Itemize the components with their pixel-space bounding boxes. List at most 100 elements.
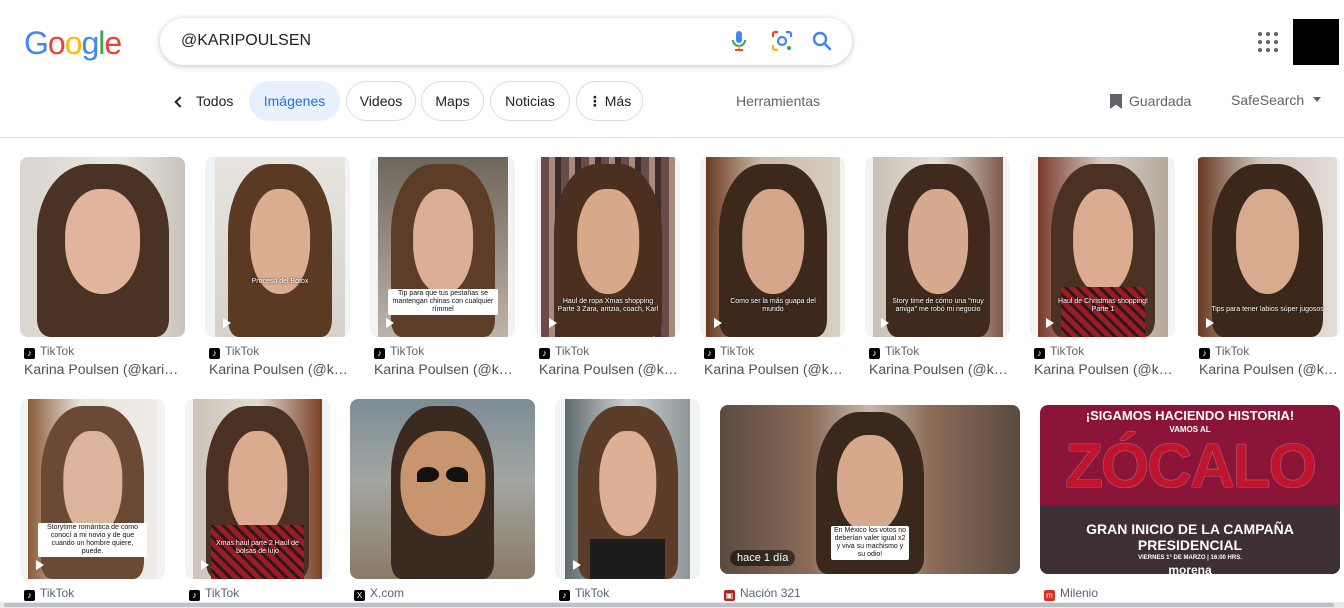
result-source: ♪ TikTok [189, 586, 239, 601]
heart-sunglasses-right [446, 467, 469, 482]
result-source: ♪ TikTok [24, 344, 74, 359]
search-box[interactable]: @KARIPOULSEN [160, 18, 852, 65]
thumbnail[interactable]: ¡SIGAMOS HACIENDO HISTORIA! VAMOS AL ZÓC… [1040, 405, 1340, 574]
play-icon [714, 318, 722, 328]
image-result[interactable]: Xmas haul parte 2 Haul de bolsas de lujo… [185, 399, 330, 602]
image-result[interactable]: ¡SIGAMOS HACIENDO HISTORIA! VAMOS AL ZÓC… [1040, 399, 1340, 602]
tab-maps[interactable]: Maps [421, 81, 484, 121]
result-title[interactable]: Karina Poulsen (@k… [1199, 360, 1340, 378]
result-title[interactable]: Karina Poulsen (@k… [704, 360, 845, 378]
safesearch-dropdown[interactable]: SafeSearch [1231, 92, 1322, 108]
video-caption: Tip para que tus pestañas se mantengan c… [388, 289, 498, 316]
thumbnail[interactable]: Xmas haul parte 2 Haul de bolsas de lujo [185, 399, 330, 579]
logo-letter: G [24, 25, 49, 61]
result-title[interactable]: Karina Poulsen (@kari… [24, 360, 184, 378]
source-label: TikTok [40, 586, 75, 600]
result-source: ♪ TikTok [24, 586, 74, 601]
scrollbar-thumb[interactable] [4, 603, 1334, 607]
logo-letter: o [64, 25, 83, 61]
result-source: ♪ TikTok [704, 344, 754, 359]
saved-label: Guardada [1129, 93, 1192, 109]
thumbnail[interactable]: Storytime romántica de como conocí a mi … [20, 399, 165, 579]
image-result[interactable]: En México los votos no deberían valer ig… [720, 399, 1020, 602]
source-label: TikTok [205, 586, 240, 600]
image-result[interactable]: Tip para que tus pestañas se mantengan c… [370, 157, 515, 382]
thumbnail[interactable]: Haul de Christmas shopping! Parte 1 [1030, 157, 1175, 337]
google-logo[interactable]: Google [24, 25, 122, 61]
result-title[interactable]: Karina Poulsen (@k… [539, 360, 680, 378]
tiktok-icon: ♪ [1034, 348, 1045, 359]
thumbnail[interactable] [555, 399, 700, 579]
result-source: ♪ TikTok [1199, 344, 1249, 359]
caret-down-icon [1313, 97, 1322, 102]
video-caption: En México los votos no deberían valer ig… [831, 526, 909, 561]
search-input[interactable]: @KARIPOULSEN [181, 32, 311, 50]
thumbnail[interactable]: Tip para que tus pestañas se mantengan c… [370, 157, 515, 337]
result-source: ♪ TikTok [374, 344, 424, 359]
image-result[interactable]: ♪ TikTok [555, 399, 700, 602]
tab-news[interactable]: Noticias [490, 81, 570, 121]
image-result[interactable]: ♪ TikTok Karina Poulsen (@kari… [20, 157, 185, 382]
result-title[interactable]: Karina Poulsen (@k… [209, 360, 350, 378]
image-result[interactable]: Storytime romántica de como conocí a mi … [20, 399, 165, 602]
thumbnail[interactable]: Story time de cómo una "muy amiga" me ro… [865, 157, 1010, 337]
horizontal-scrollbar[interactable] [0, 602, 1344, 608]
source-label: TikTok [1050, 344, 1085, 358]
campaign-poster: ¡SIGAMOS HACIENDO HISTORIA! VAMOS AL ZÓC… [1040, 405, 1340, 574]
source-label: TikTok [1215, 344, 1250, 358]
poster-line: GRAN INICIO DE LA CAMPAÑA PRESIDENCIAL [1086, 521, 1294, 553]
tiktok-icon: ♪ [24, 590, 35, 601]
image-result[interactable]: Haul de ropa Xmas shopping Parte 3 Zara,… [535, 157, 680, 382]
logo-letter: g [81, 25, 99, 61]
image-result[interactable]: Haul de Christmas shopping! Parte 1 ♪ Tik… [1030, 157, 1175, 382]
source-label: TikTok [555, 344, 590, 358]
tab-label: Más [604, 93, 632, 109]
chevron-left-icon [174, 96, 186, 108]
thumbnail[interactable]: Proceso del Botox [205, 157, 350, 337]
source-label: TikTok [390, 344, 425, 358]
result-title[interactable]: Karina Poulsen (@k… [869, 360, 1010, 378]
image-result[interactable]: Tips para tener labios súper jugosos ♪ Ti… [1195, 157, 1340, 382]
tab-more[interactable]: ⋮ Más [576, 81, 643, 121]
source-label: TikTok [40, 344, 75, 358]
play-icon [881, 318, 889, 328]
lens-icon[interactable] [770, 29, 794, 53]
source-label: Nación 321 [740, 586, 801, 600]
thumbnail[interactable]: Como ser la más guapa del mundo [700, 157, 845, 337]
search-icon[interactable] [810, 29, 834, 53]
nacion321-icon: ▣ [724, 590, 735, 601]
apps-grid-icon[interactable] [1256, 30, 1280, 54]
black-top [590, 539, 665, 579]
tiktok-icon: ♪ [1199, 348, 1210, 359]
result-title[interactable]: Karina Poulsen (@k… [1034, 360, 1175, 378]
tab-videos[interactable]: Videos [346, 81, 416, 121]
tab-todos[interactable]: Todos [170, 81, 233, 121]
image-result[interactable]: X X.com [350, 399, 535, 602]
poster-headline: ZÓCALO [1065, 432, 1317, 501]
source-label: TikTok [720, 344, 755, 358]
tools-button[interactable]: Herramientas [736, 93, 820, 109]
morena-logo: morena [1168, 563, 1212, 574]
image-result[interactable]: Story time de cómo una "muy amiga" me ro… [865, 157, 1010, 382]
video-caption: Proceso del Botox [251, 277, 309, 285]
saved-button[interactable]: Guardada [1110, 93, 1191, 109]
thumbnail[interactable] [20, 157, 185, 337]
image-result[interactable]: Como ser la más guapa del mundo ♪ TikTok … [700, 157, 845, 382]
microphone-icon[interactable] [727, 29, 751, 53]
thumbnail[interactable]: Haul de ropa Xmas shopping Parte 3 Zara,… [535, 157, 680, 337]
account-avatar[interactable] [1293, 19, 1339, 65]
thumbnail[interactable] [350, 399, 535, 579]
result-source: ▣ Nación 321 [724, 586, 801, 601]
thumbnail[interactable]: En México los votos no deberían valer ig… [720, 405, 1020, 574]
source-label: Milenio [1060, 586, 1099, 600]
video-caption: Haul de ropa Xmas shopping Parte 3 Zara,… [557, 298, 659, 314]
logo-letter: o [47, 25, 66, 61]
thumbnail[interactable]: Tips para tener labios súper jugosos [1195, 157, 1340, 337]
tab-images[interactable]: Imágenes [249, 81, 340, 121]
source-label: TikTok [885, 344, 920, 358]
result-title[interactable]: Karina Poulsen (@k… [374, 360, 515, 378]
image-result[interactable]: Proceso del Botox ♪ TikTok Karina Poulsen… [205, 157, 350, 382]
play-icon [573, 560, 581, 570]
heart-sunglasses-left [416, 467, 439, 482]
result-source: ♪ TikTok [869, 344, 919, 359]
